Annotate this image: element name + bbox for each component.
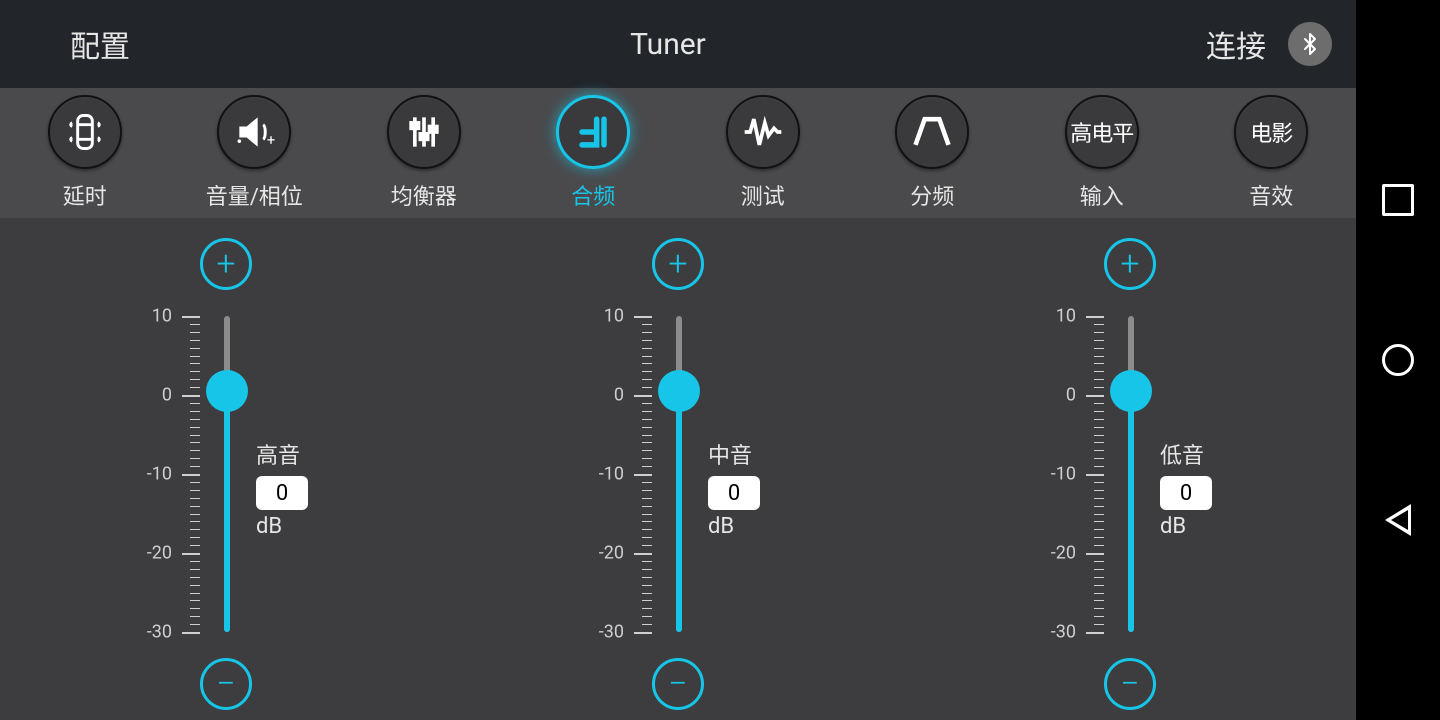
scale-label: -20 — [1051, 543, 1076, 564]
slider-2: + − 10 0 -10 -20 -30 低音 0 dB — [904, 218, 1356, 720]
slider-thumb[interactable] — [1110, 370, 1152, 412]
scale-label: 10 — [152, 306, 172, 327]
tab-bar: 延时 + 音量/相位 均衡器 — [0, 88, 1356, 218]
high-level-icon: 高电平 — [1065, 95, 1139, 169]
slider-value: 0 — [1160, 476, 1212, 510]
overview-button[interactable] — [1382, 184, 1414, 216]
slider-name: 高音 — [256, 438, 308, 470]
tab-test[interactable]: 测试 — [678, 88, 848, 218]
speaker-icon: + — [217, 95, 291, 169]
tab-label: 合频 — [571, 179, 615, 211]
slider-thumb[interactable] — [206, 370, 248, 412]
tab-fx[interactable]: 电影 音效 — [1187, 88, 1357, 218]
scale-label: 0 — [162, 385, 172, 406]
tab-label: 均衡器 — [391, 179, 457, 211]
slider-value: 0 — [708, 476, 760, 510]
tab-eq[interactable]: 均衡器 — [339, 88, 509, 218]
tab-label: 延时 — [63, 179, 107, 211]
car-icon — [48, 95, 122, 169]
scale-label: 10 — [1056, 306, 1076, 327]
bluetooth-icon[interactable] — [1288, 22, 1332, 66]
scale-label: -20 — [147, 543, 172, 564]
scale-label: -10 — [599, 464, 624, 485]
slider-1: + − 10 0 -10 -20 -30 中音 0 dB — [452, 218, 904, 720]
back-button[interactable] — [1385, 504, 1411, 536]
slider-0: + − 10 0 -10 -20 -30 高音 0 dB — [0, 218, 452, 720]
slider-thumb[interactable] — [658, 370, 700, 412]
tab-combine[interactable]: 合频 — [509, 88, 679, 218]
app-title: Tuner — [200, 27, 1136, 62]
sliders-icon — [387, 95, 461, 169]
tab-label: 输入 — [1080, 179, 1124, 211]
trapezoid-icon — [895, 95, 969, 169]
tab-label: 分频 — [910, 179, 954, 211]
android-nav-bar — [1356, 0, 1440, 720]
svg-text:+: + — [267, 131, 275, 149]
wave-icon — [726, 95, 800, 169]
scale-label: -20 — [599, 543, 624, 564]
scale-label: -10 — [1051, 464, 1076, 485]
scale-label: 0 — [614, 385, 624, 406]
slider-unit: dB — [1160, 514, 1212, 539]
slider-area: + − 10 0 -10 -20 -30 高音 0 dB + − 10 0 -10 -20 -30 中音 0 dB + −… — [0, 218, 1356, 720]
increase-button[interactable]: + — [200, 238, 252, 290]
tab-crossover[interactable]: 分频 — [848, 88, 1018, 218]
combine-icon — [556, 95, 630, 169]
slider-value: 0 — [256, 476, 308, 510]
decrease-button[interactable]: − — [1104, 658, 1156, 710]
tab-label: 音效 — [1249, 179, 1293, 211]
increase-button[interactable]: + — [652, 238, 704, 290]
scale-label: -10 — [147, 464, 172, 485]
tab-label: 音量/相位 — [206, 179, 303, 211]
tab-volume[interactable]: + 音量/相位 — [170, 88, 340, 218]
tab-input[interactable]: 高电平 输入 — [1017, 88, 1187, 218]
increase-button[interactable]: + — [1104, 238, 1156, 290]
decrease-button[interactable]: − — [652, 658, 704, 710]
config-button[interactable]: 配置 — [0, 22, 200, 66]
slider-name: 中音 — [708, 438, 760, 470]
tab-delay[interactable]: 延时 — [0, 88, 170, 218]
scale-label: 0 — [1066, 385, 1076, 406]
slider-name: 低音 — [1160, 438, 1212, 470]
connect-button[interactable]: 连接 — [1206, 22, 1266, 66]
scale-label: -30 — [1051, 622, 1076, 643]
scale-label: 10 — [604, 306, 624, 327]
scale-label: -30 — [147, 622, 172, 643]
app-header: 配置 Tuner 连接 — [0, 0, 1356, 88]
decrease-button[interactable]: − — [200, 658, 252, 710]
home-button[interactable] — [1382, 344, 1414, 376]
scale-label: -30 — [599, 622, 624, 643]
tab-label: 测试 — [741, 179, 785, 211]
slider-unit: dB — [708, 514, 760, 539]
slider-unit: dB — [256, 514, 308, 539]
movie-icon: 电影 — [1234, 95, 1308, 169]
